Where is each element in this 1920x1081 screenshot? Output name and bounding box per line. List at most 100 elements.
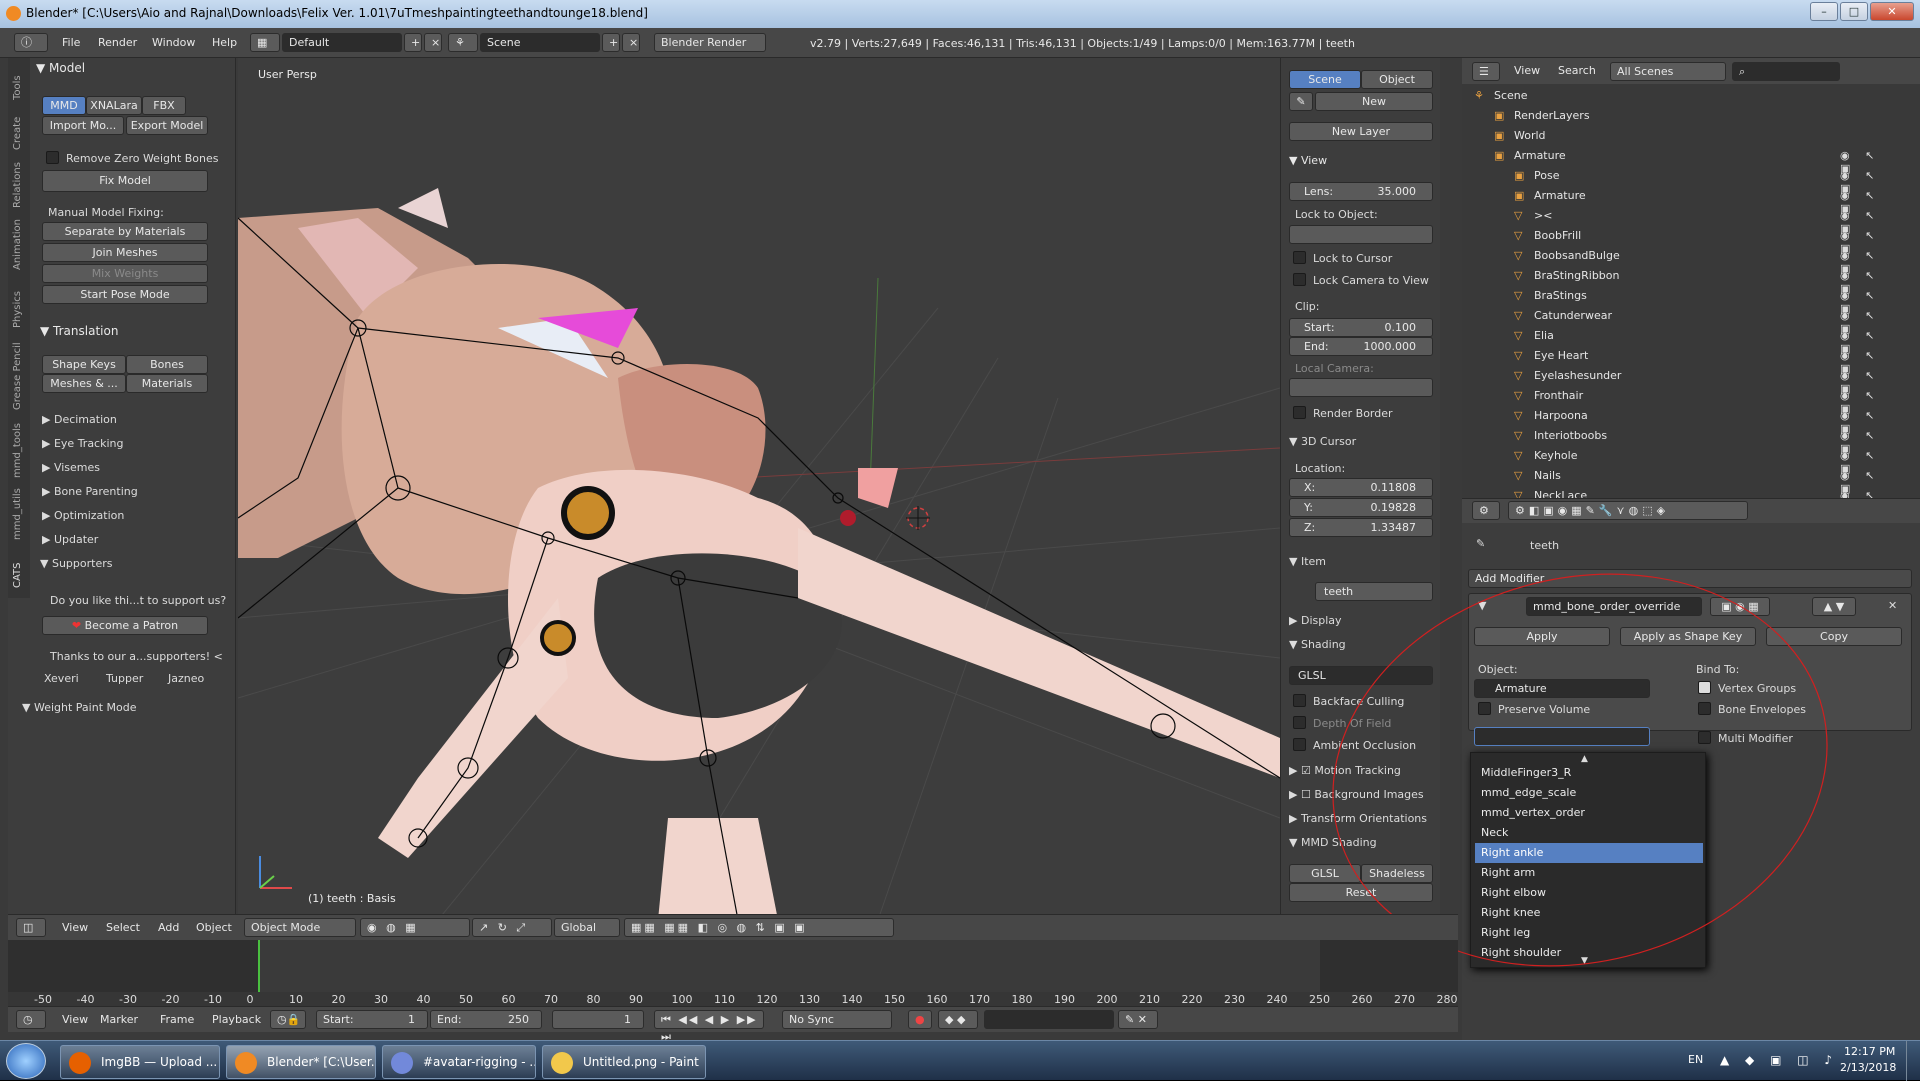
- scene-add-icon[interactable]: +: [602, 33, 620, 52]
- pin-icon[interactable]: ✎: [1476, 537, 1485, 550]
- dropdown-item[interactable]: mmd_vertex_order: [1475, 803, 1703, 823]
- keying-set-field[interactable]: [984, 1010, 1114, 1029]
- new-grease-button[interactable]: New: [1315, 92, 1433, 111]
- remove-zero-weight-checkbox[interactable]: [46, 151, 59, 164]
- tab-create[interactable]: Create: [12, 117, 23, 150]
- lock-camera-checkbox[interactable]: [1293, 273, 1306, 286]
- separate-by-materials-button[interactable]: Separate by Materials: [42, 222, 208, 241]
- layout-add-icon[interactable]: +: [404, 33, 422, 52]
- visemes-panel[interactable]: ▶ Visemes: [42, 461, 100, 474]
- modifier-visibility-icons[interactable]: ▣ ◉ ▦: [1710, 597, 1770, 616]
- tab-object[interactable]: Object: [1361, 70, 1433, 89]
- taskbar-imgbb[interactable]: ImgBB — Upload ...: [60, 1045, 220, 1079]
- eye-tracking-panel[interactable]: ▶ Eye Tracking: [42, 437, 124, 450]
- shading-mode-select[interactable]: GLSL: [1289, 666, 1433, 685]
- properties-context-tabs[interactable]: ⚙◧▣◉▦✎🔧⋎◍⬚◈: [1508, 501, 1748, 520]
- outliner-row[interactable]: ▽ Keyhole ◉ ↖ ▣: [1462, 446, 1902, 475]
- become-patron-button[interactable]: ❤ Become a Patron: [42, 616, 208, 635]
- multi-modifier-checkbox[interactable]: [1698, 731, 1711, 744]
- new-layer-button[interactable]: New Layer: [1289, 122, 1433, 141]
- outliner-row[interactable]: ▽ Fronthair ◉ ↖ ▣: [1462, 386, 1902, 415]
- dropdown-item[interactable]: Right arm: [1475, 863, 1703, 883]
- shadeless-button[interactable]: Shadeless: [1361, 864, 1433, 883]
- outliner-row[interactable]: ▽ Eyelashesunder ◉ ↖ ▣: [1462, 366, 1902, 395]
- tab-tools[interactable]: Tools: [12, 75, 23, 100]
- layout-field[interactable]: Default: [282, 33, 402, 52]
- local-camera-field[interactable]: [1289, 378, 1433, 397]
- current-frame-field[interactable]: 1: [552, 1010, 644, 1029]
- weight-paint-mode-panel[interactable]: ▼ Weight Paint Mode: [22, 701, 136, 714]
- lock-object-field[interactable]: [1289, 225, 1433, 244]
- tab-relations[interactable]: Relations: [12, 162, 23, 208]
- taskbar-blender[interactable]: Blender* [C:\User...: [226, 1045, 376, 1079]
- timeline-editor-icon[interactable]: ◷: [16, 1010, 46, 1029]
- tab-animation[interactable]: Animation: [12, 219, 23, 270]
- start-button[interactable]: [6, 1043, 46, 1079]
- outliner-filter-select[interactable]: All Scenes: [1610, 62, 1726, 81]
- layout-remove-icon[interactable]: ×: [424, 33, 442, 52]
- meshes-button[interactable]: Meshes & ...: [42, 374, 126, 393]
- tab-cats[interactable]: CATS: [12, 562, 23, 588]
- supporter-tupper[interactable]: Tupper: [106, 672, 143, 685]
- cursor-x-field[interactable]: X: 0.11808: [1289, 478, 1433, 497]
- outliner-row[interactable]: ▽ BraStingRibbon ◉ ↖ ▣: [1462, 266, 1902, 295]
- modifier-close-icon[interactable]: ✕: [1888, 599, 1897, 612]
- maximize-button[interactable]: □: [1840, 2, 1868, 21]
- viewport-editor-icon[interactable]: ◫: [16, 918, 46, 937]
- timeline[interactable]: -50 -40 -30 -20 -10 0 10 20 30 40 50 60 70 80 90 100 110…: [8, 940, 1458, 1010]
- ao-checkbox[interactable]: [1293, 738, 1306, 751]
- outliner-row[interactable]: ▽ Interiotboobs ◉ ↖ ▣: [1462, 426, 1902, 455]
- manipulator-icons[interactable]: ↗ ↻ ⤢: [472, 918, 552, 937]
- outliner-row[interactable]: ▽ Eye Heart ◉ ↖ ▣: [1462, 346, 1902, 375]
- tab-grease-pencil[interactable]: Grease Pencil: [12, 342, 23, 410]
- editor-type-icon[interactable]: ⓘ: [14, 33, 48, 52]
- outliner-row[interactable]: ▽ BraStings ◉ ↖ ▣: [1462, 286, 1902, 315]
- outliner-row[interactable]: ⚘ Scene: [1462, 86, 1902, 106]
- vertex-group-input[interactable]: [1474, 727, 1650, 746]
- record-icon[interactable]: ●: [908, 1010, 932, 1029]
- tab-mmd[interactable]: MMD: [42, 96, 86, 115]
- supporter-xeveri[interactable]: Xeveri: [44, 672, 79, 685]
- clip-start-field[interactable]: Start: 0.100: [1289, 318, 1433, 337]
- bone-parenting-panel[interactable]: ▶ Bone Parenting: [42, 485, 138, 498]
- properties-editor-icon[interactable]: ⚙: [1472, 501, 1500, 520]
- tl-menu-view[interactable]: View: [62, 1013, 88, 1026]
- dropdown-item[interactable]: MiddleFinger3_R: [1475, 763, 1703, 783]
- import-model-button[interactable]: Import Mo...: [42, 116, 124, 135]
- optimization-panel[interactable]: ▶ Optimization: [42, 509, 124, 522]
- outliner-row[interactable]: ▽ Elia ◉ ↖ ▣: [1462, 326, 1902, 355]
- outliner-row[interactable]: ▽ BoobFrill ◉ ↖ ▣: [1462, 226, 1902, 255]
- copy-button[interactable]: Copy: [1766, 627, 1902, 646]
- outliner-row[interactable]: ▽ BoobsandBulge ◉ ↖ ▣: [1462, 246, 1902, 275]
- show-desktop-button[interactable]: [1906, 1041, 1920, 1081]
- outliner-row[interactable]: ▽ Catunderwear ◉ ↖ ▣: [1462, 306, 1902, 335]
- display-panel[interactable]: ▶ Display: [1289, 614, 1342, 627]
- fix-model-button[interactable]: Fix Model: [42, 170, 208, 192]
- start-frame-field[interactable]: Start: 1: [316, 1010, 428, 1029]
- vp-menu-select[interactable]: Select: [106, 921, 140, 934]
- mmd-shading-panel[interactable]: ▼ MMD Shading: [1289, 836, 1377, 849]
- close-button[interactable]: ✕: [1870, 2, 1914, 21]
- tab-xnalara[interactable]: XNALara: [86, 96, 142, 115]
- vp-menu-object[interactable]: Object: [196, 921, 232, 934]
- vp-menu-view[interactable]: View: [62, 921, 88, 934]
- pencil-icon[interactable]: ✎: [1289, 92, 1313, 111]
- lens-field[interactable]: Lens: 35.000: [1289, 182, 1433, 201]
- join-meshes-button[interactable]: Join Meshes: [42, 243, 208, 262]
- updater-panel[interactable]: ▶ Updater: [42, 533, 98, 546]
- scene-remove-icon[interactable]: ×: [622, 33, 640, 52]
- layer-and-render-icons[interactable]: ▦▦ ▦▦ ◧ ◎ ◍ ⇅ ▣ ▣: [624, 918, 894, 937]
- supporters-panel[interactable]: ▼ Supporters: [40, 557, 112, 570]
- shape-keys-button[interactable]: Shape Keys: [42, 355, 126, 374]
- apply-shape-key-button[interactable]: Apply as Shape Key: [1620, 627, 1756, 646]
- scroll-down-icon[interactable]: ▼: [1581, 956, 1588, 966]
- start-pose-mode-button[interactable]: Start Pose Mode: [42, 285, 208, 304]
- item-panel[interactable]: ▼ Item: [1289, 555, 1326, 568]
- supporter-jazneo[interactable]: Jazneo: [168, 672, 204, 685]
- dropdown-item[interactable]: Right elbow: [1475, 883, 1703, 903]
- menu-window[interactable]: Window: [152, 36, 195, 49]
- tab-physics[interactable]: Physics: [12, 291, 23, 328]
- minimize-button[interactable]: –: [1810, 2, 1838, 21]
- dropdown-item[interactable]: Right leg: [1475, 923, 1703, 943]
- modifier-name-field[interactable]: mmd_bone_order_override: [1526, 597, 1702, 616]
